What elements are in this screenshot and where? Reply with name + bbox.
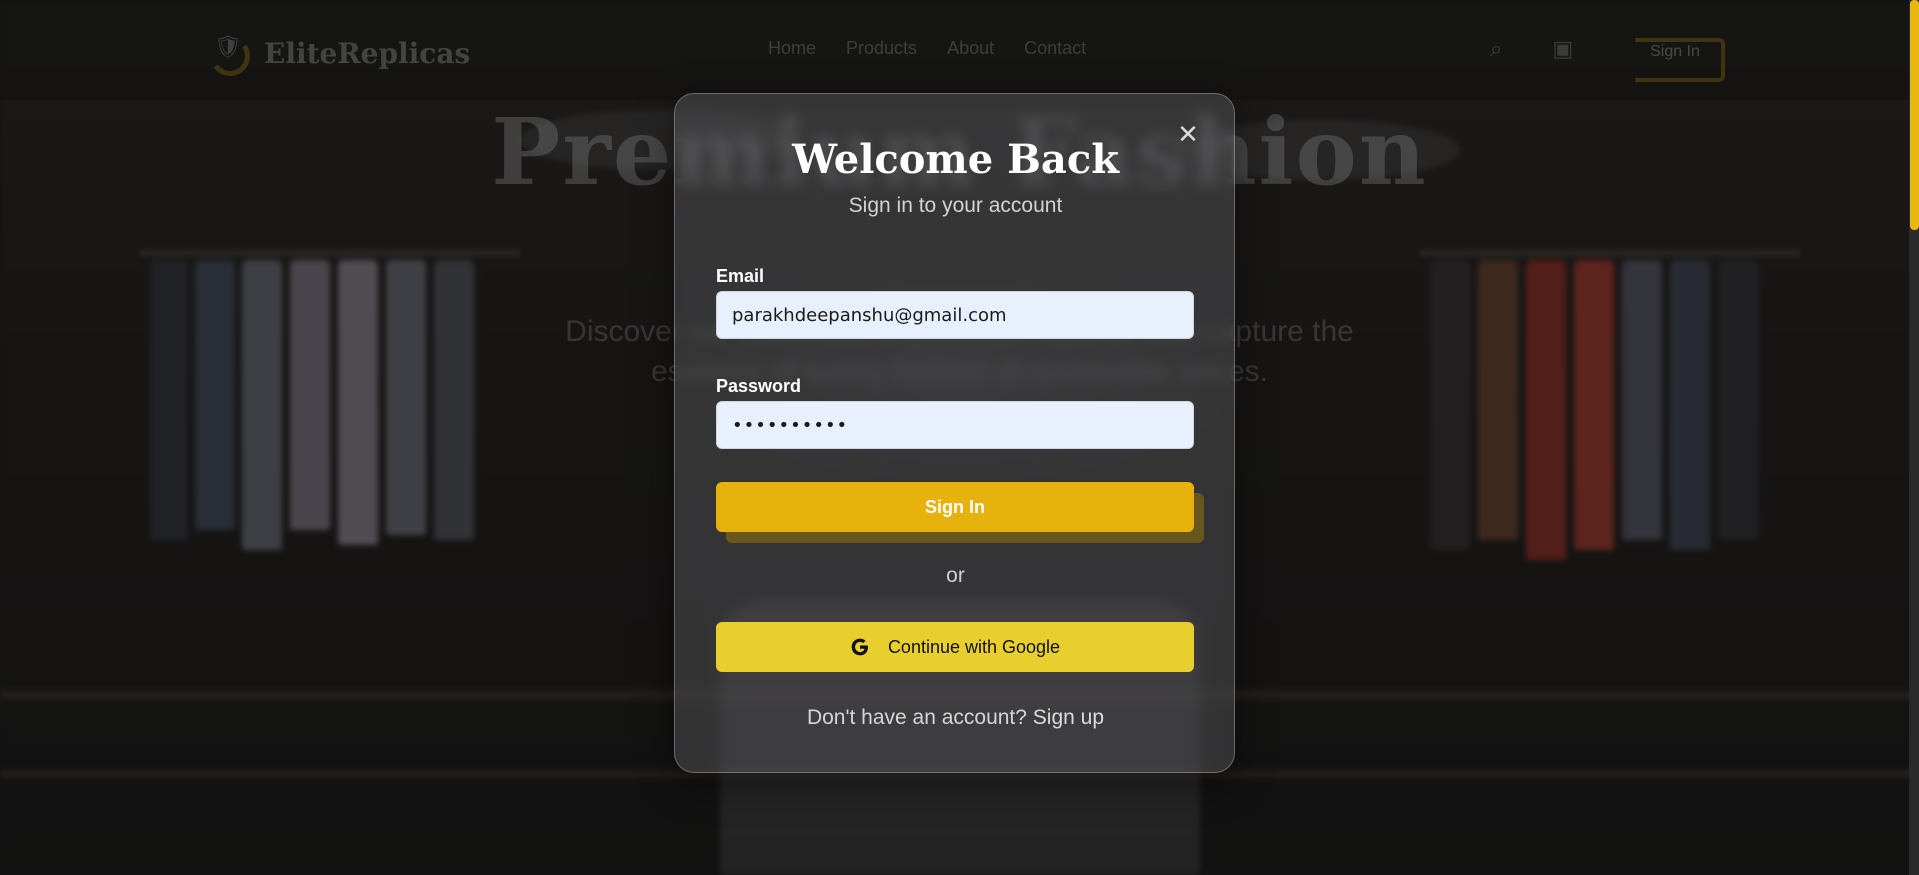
page-scrollbar[interactable] — [1909, 0, 1919, 875]
sign-in-modal: ✕ Welcome Back Sign in to your account E… — [674, 93, 1235, 773]
password-label: Password — [716, 376, 802, 396]
google-icon — [851, 638, 868, 656]
modal-subtitle: Sign in to your account — [848, 194, 1063, 217]
google-sign-in-button[interactable]: Continue with Google — [716, 622, 1194, 672]
email-input[interactable] — [716, 291, 1194, 339]
google-button-label: Continue with Google — [887, 636, 1061, 657]
signup-prompt: Don't have an account? Sign up — [675, 706, 1236, 730]
divider-or: or — [946, 564, 965, 587]
modal-title: Welcome Back — [792, 136, 1119, 183]
password-input[interactable] — [716, 401, 1194, 449]
signup-link[interactable]: Sign up — [1033, 706, 1104, 729]
email-label: Email — [716, 266, 765, 286]
sign-in-button[interactable]: Sign In — [716, 482, 1194, 532]
scrollbar-thumb[interactable] — [1910, 0, 1919, 230]
signup-prompt-text: Don't have an account? — [806, 706, 1027, 729]
